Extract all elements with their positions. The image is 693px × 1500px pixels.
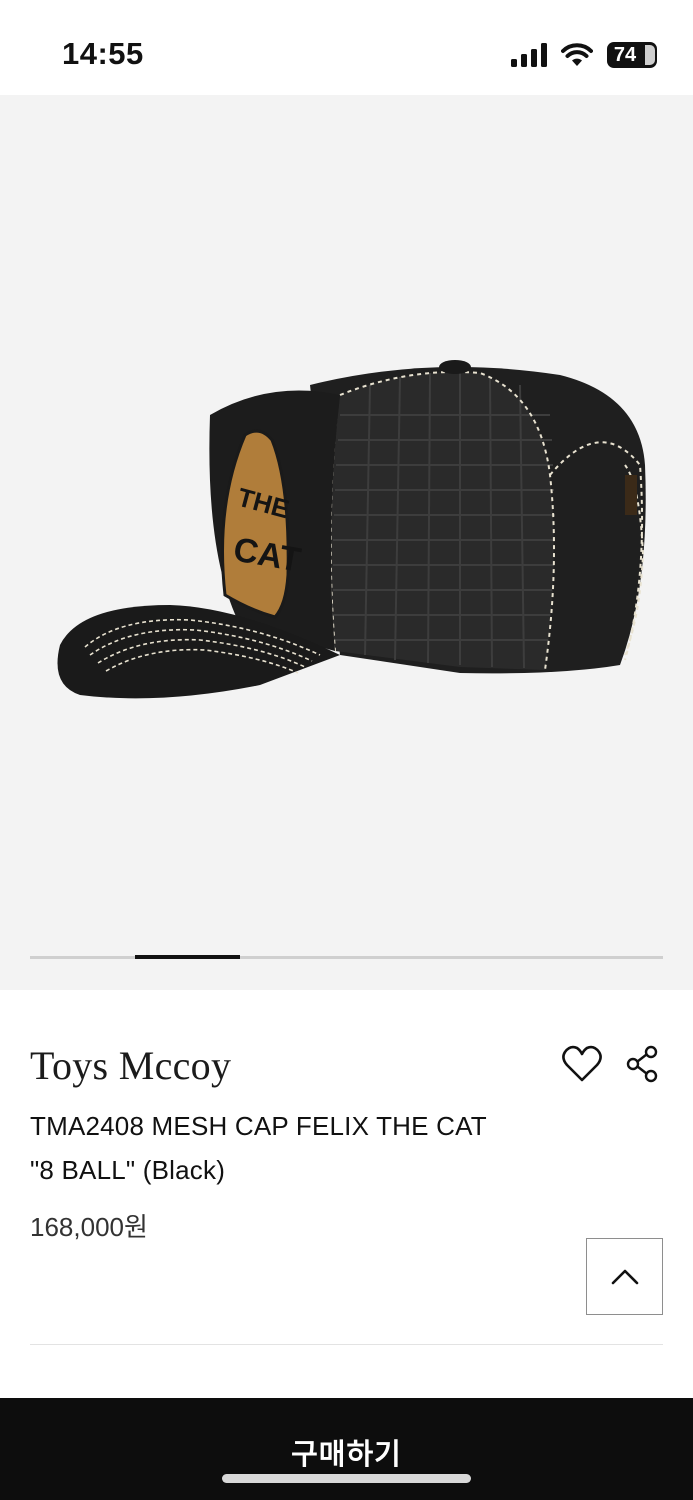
battery-icon: 74 [607, 42, 657, 68]
cellular-signal-icon [511, 43, 547, 67]
share-button[interactable] [620, 1042, 664, 1086]
share-icon [626, 1045, 658, 1083]
carousel-progress-indicator [135, 955, 240, 959]
wishlist-button[interactable] [560, 1042, 604, 1086]
product-price: 168,000원 [30, 1212, 148, 1242]
buy-button-label: 구매하기 [291, 1439, 402, 1471]
home-indicator[interactable] [222, 1474, 471, 1483]
product-image-gallery[interactable]: THE CAT [0, 95, 693, 990]
status-bar: 14:55 74 [0, 0, 693, 95]
status-time: 14:55 [62, 36, 144, 71]
heart-icon [562, 1045, 602, 1082]
battery-level: 74 [613, 43, 637, 66]
section-divider [30, 1344, 663, 1345]
status-icons: 74 [511, 40, 657, 70]
scroll-to-top-button[interactable] [586, 1238, 663, 1315]
buy-button[interactable]: 구매하기 [0, 1398, 693, 1500]
product-photo: THE CAT [57, 360, 646, 699]
product-name-line-2: "8 BALL" (Black) [30, 1155, 226, 1185]
product-name: TMA2408 MESH CAP FELIX THE CAT "8 BALL" … [30, 1104, 570, 1192]
carousel-progress-track [30, 955, 663, 959]
brand-name[interactable]: Toys Mccoy [30, 1042, 231, 1089]
wifi-icon [561, 43, 593, 66]
product-detail-page: 14:55 74 THE CAT Toys Mccoy TMA2408 MESH… [0, 0, 693, 1500]
chevron-up-icon [611, 1269, 638, 1284]
product-name-line-1: TMA2408 MESH CAP FELIX THE CAT [30, 1111, 487, 1141]
